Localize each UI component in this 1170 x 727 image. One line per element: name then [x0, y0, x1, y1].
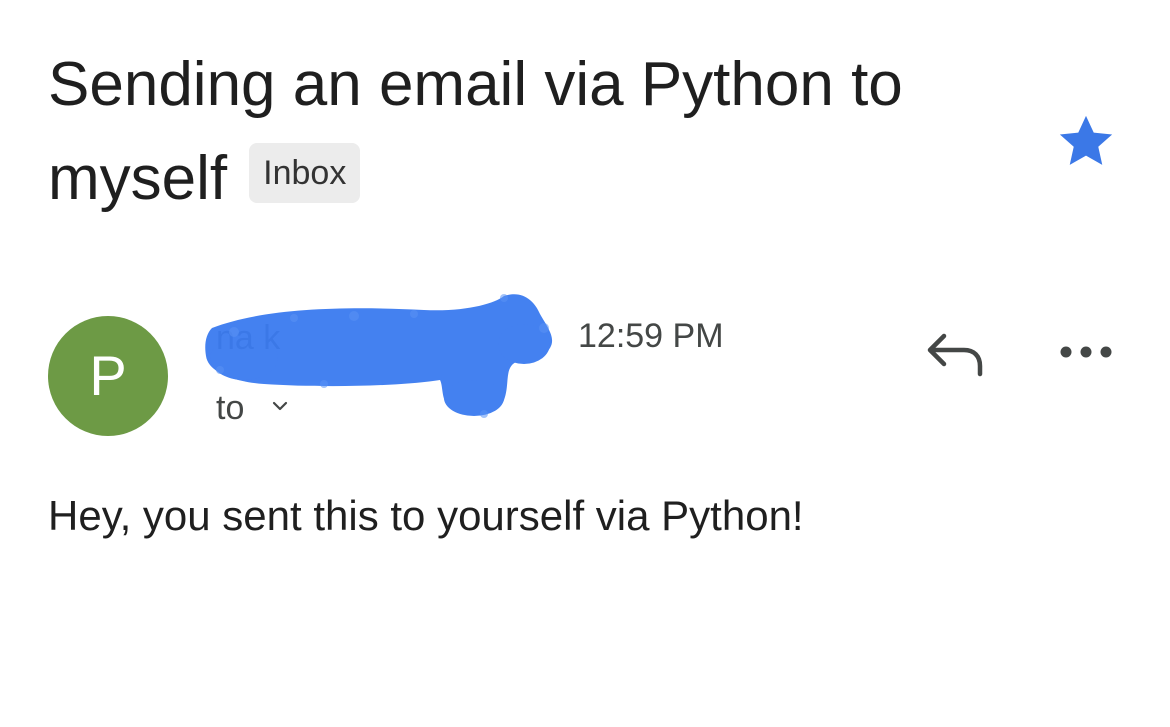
avatar[interactable]: P [48, 316, 168, 436]
email-subject: Sending an email via Python to myself Inb… [48, 38, 1008, 226]
recipients-toggle[interactable]: to [216, 388, 290, 428]
star-icon[interactable] [1054, 110, 1118, 174]
email-body: Hey, you sent this to yourself via Pytho… [48, 492, 804, 539]
sender-row: P na k 12:59 PM to [48, 294, 1128, 446]
email-subject-text: Sending an email via Python to myself [48, 50, 903, 213]
recipients-label: to [216, 389, 245, 427]
inbox-label-chip[interactable]: Inbox [249, 142, 361, 203]
reply-icon[interactable] [924, 328, 986, 378]
chevron-down-icon [272, 401, 287, 411]
more-options-icon[interactable] [1058, 338, 1114, 366]
subject-header: Sending an email via Python to myself Inb… [48, 38, 1008, 226]
message-time: 12:59 PM [578, 317, 724, 355]
sender-name[interactable]: na k [216, 318, 280, 358]
